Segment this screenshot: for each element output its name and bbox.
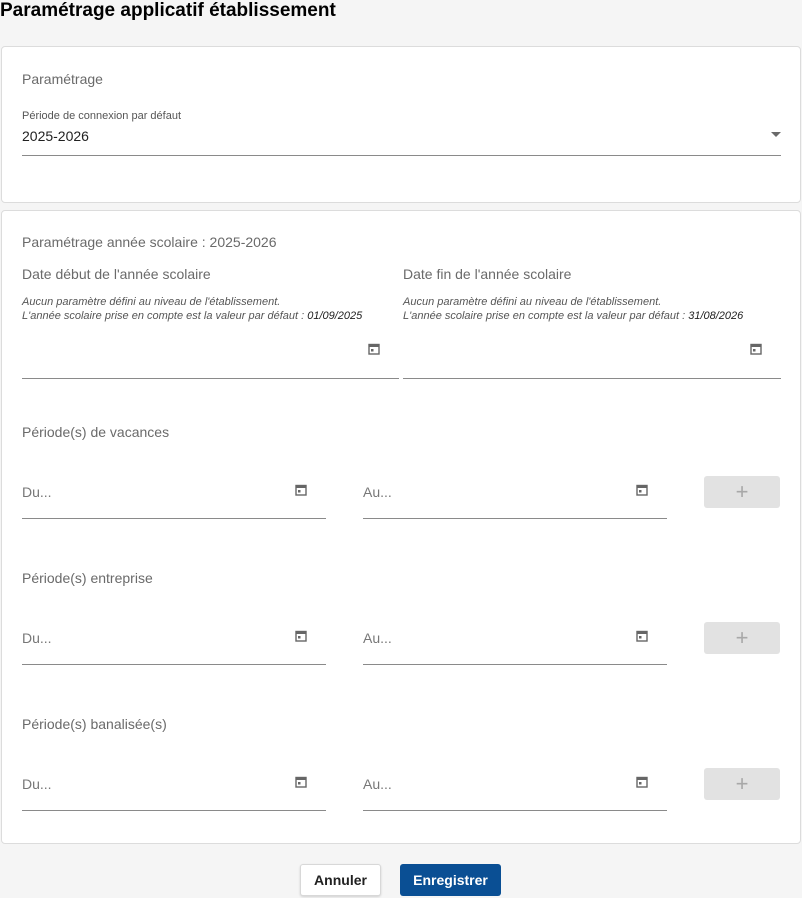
start-date-underline <box>22 378 399 379</box>
parametrage-card: Paramétrage Période de connexion par déf… <box>1 46 801 203</box>
add-vacation-period-button[interactable]: + <box>704 476 780 508</box>
to-placeholder: Au... <box>363 484 392 500</box>
company-periods: Période(s) entreprise Du... Au... + <box>2 567 802 667</box>
from-placeholder: Du... <box>22 776 52 792</box>
from-placeholder: Du... <box>22 484 52 500</box>
vacation-from-input[interactable]: Du... <box>22 469 326 519</box>
period-select-label: Période de connexion par défaut <box>22 110 182 122</box>
end-date-note-line2: L'année scolaire prise en compte est la … <box>403 309 743 323</box>
end-date-input[interactable] <box>403 336 781 380</box>
from-underline <box>22 810 326 811</box>
end-date-default-value: 31/08/2026 <box>688 310 744 322</box>
calendar-icon[interactable] <box>295 776 307 788</box>
page-title: Paramétrage applicatif établissement <box>0 0 336 21</box>
vacation-periods-title: Période(s) de vacances <box>22 424 170 440</box>
end-date-note-text: L'année scolaire prise en compte est la … <box>403 310 689 322</box>
end-date-underline <box>403 378 781 379</box>
calendar-icon[interactable] <box>636 484 648 496</box>
period-select[interactable]: Période de connexion par défaut 2025-202… <box>22 107 782 157</box>
add-company-period-button[interactable]: + <box>704 622 780 654</box>
blocked-from-input[interactable]: Du... <box>22 761 326 811</box>
to-underline <box>363 518 667 519</box>
calendar-icon[interactable] <box>636 776 648 788</box>
period-select-value: 2025-2026 <box>22 128 89 144</box>
plus-icon: + <box>735 479 749 504</box>
school-year-section-title: Paramétrage année scolaire : 2025-2026 <box>22 234 277 250</box>
from-underline <box>22 518 326 519</box>
to-placeholder: Au... <box>363 776 392 792</box>
from-placeholder: Du... <box>22 630 52 646</box>
from-underline <box>22 664 326 665</box>
parametrage-section-title: Paramétrage <box>22 71 103 87</box>
save-button[interactable]: Enregistrer <box>400 864 501 896</box>
start-date-note-text: L'année scolaire prise en compte est la … <box>22 310 308 322</box>
company-to-input[interactable]: Au... <box>363 615 667 665</box>
plus-icon: + <box>735 625 749 650</box>
end-date-note: Aucun paramètre défini au niveau de l'ét… <box>403 295 743 323</box>
start-date-note-line2: L'année scolaire prise en compte est la … <box>22 309 362 323</box>
blocked-periods-title: Période(s) banalisée(s) <box>22 716 167 732</box>
calendar-icon[interactable] <box>295 630 307 642</box>
chevron-down-icon <box>771 132 781 137</box>
cancel-button[interactable]: Annuler <box>300 864 381 896</box>
period-select-underline <box>22 155 781 156</box>
school-year-card: Paramétrage année scolaire : 2025-2026 D… <box>1 210 801 844</box>
calendar-icon[interactable] <box>636 630 648 642</box>
blocked-to-input[interactable]: Au... <box>363 761 667 811</box>
calendar-icon[interactable] <box>295 484 307 496</box>
company-periods-title: Période(s) entreprise <box>22 570 153 586</box>
end-date-note-line1: Aucun paramètre défini au niveau de l'ét… <box>403 296 662 308</box>
start-date-note: Aucun paramètre défini au niveau de l'ét… <box>22 295 362 323</box>
start-date-label: Date début de l'année scolaire <box>22 266 211 282</box>
calendar-icon[interactable] <box>368 343 380 355</box>
end-date-label: Date fin de l'année scolaire <box>403 266 572 282</box>
blocked-periods: Période(s) banalisée(s) Du... Au... + <box>2 713 802 813</box>
to-placeholder: Au... <box>363 630 392 646</box>
start-date-input[interactable] <box>22 336 399 380</box>
calendar-icon[interactable] <box>750 343 762 355</box>
add-blocked-period-button[interactable]: + <box>704 768 780 800</box>
vacation-periods: Période(s) de vacances Du... Au... + <box>2 421 802 521</box>
to-underline <box>363 664 667 665</box>
start-date-default-value: 01/09/2025 <box>307 310 363 322</box>
plus-icon: + <box>735 771 749 796</box>
vacation-to-input[interactable]: Au... <box>363 469 667 519</box>
start-date-note-line1: Aucun paramètre défini au niveau de l'ét… <box>22 296 281 308</box>
company-from-input[interactable]: Du... <box>22 615 326 665</box>
to-underline <box>363 810 667 811</box>
